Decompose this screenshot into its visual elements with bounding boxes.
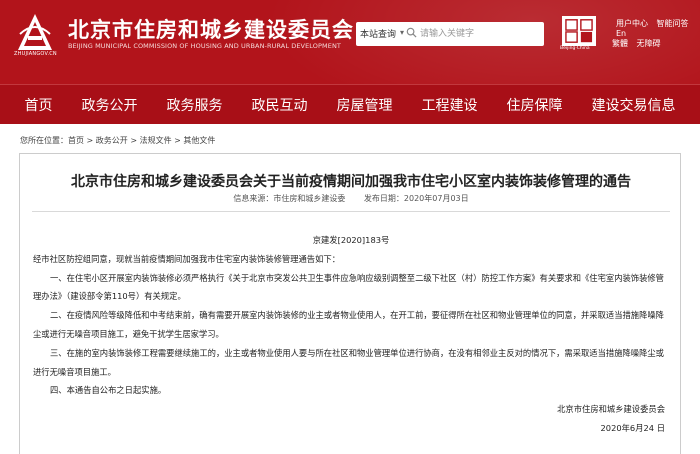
article-intro: 经市社区防控组同意，现就当前疫情期间加强我市住宅室内装饰装修管理通告如下： <box>33 253 340 264</box>
signature: 北京市住房和城乡建设委员会 <box>557 404 665 415</box>
commission-logo-icon[interactable] <box>16 12 54 52</box>
article-item-4: 四、本通告自公布之日起实施。 <box>50 385 167 396</box>
accessibility-link[interactable]: 无障碍 <box>637 39 661 48</box>
breadcrumb-item-government-affairs[interactable]: 政务公开 <box>96 136 128 145</box>
nav-item-trading-info[interactable]: 建设交易信息 <box>592 95 676 115</box>
top-links-row2: 繁體 无障碍 <box>606 38 661 49</box>
beijing-logo-caption: Beijing·China <box>560 46 590 51</box>
nav-item-government-affairs[interactable]: 政务公开 <box>82 95 138 115</box>
breadcrumb-item-home[interactable]: 首页 <box>68 136 84 145</box>
article-source: 信息来源：市住房和城乡建设委 <box>233 194 346 203</box>
breadcrumb-item-regulations[interactable]: 法规文件 <box>140 136 172 145</box>
nav-item-construction[interactable]: 工程建设 <box>422 95 478 115</box>
nav-item-housing-security[interactable]: 住房保障 <box>507 95 563 115</box>
sign-date: 2020年6月24 日 <box>600 422 665 433</box>
nav-item-home[interactable]: 首页 <box>25 95 53 115</box>
article-item-1: 一、在住宅小区开展室内装饰装修必须严格执行《关于北京市突发公共卫生事件应急响应级… <box>33 272 664 302</box>
divider <box>32 211 670 212</box>
nav-item-housing-management[interactable]: 房屋管理 <box>337 95 393 115</box>
breadcrumb: 您所在位置：首页 > 政务公开 > 法规文件 > 其他文件 <box>20 135 215 146</box>
article-body: 京建发[2020]183号 经市社区防控组同意，现就当前疫情期间加强我市住宅室内… <box>33 231 669 438</box>
search-box: 本站查询 ▾ <box>356 22 544 46</box>
search-scope-select[interactable]: 本站查询 <box>360 27 396 40</box>
search-icon[interactable] <box>406 27 417 38</box>
document-number: 京建发[2020]183号 <box>312 235 390 245</box>
english-link[interactable]: En <box>616 29 626 38</box>
traditional-chinese-link[interactable]: 繁體 <box>612 39 628 48</box>
smart-qa-link[interactable]: 智能问答 <box>657 19 689 28</box>
logo-caption: ZHUJIANGOV.CN <box>14 51 57 57</box>
article-meta: 信息来源：市住房和城乡建设委 发布日期：2020年07月03日 <box>20 193 682 204</box>
article-item-2: 二、在疫情风险等级降低和中考结束前，确有需要开展室内装饰装修的业主或者物业使用人… <box>33 310 664 339</box>
chevron-down-icon[interactable]: ▾ <box>400 28 404 37</box>
article-title: 北京市住房和城乡建设委员会关于当前疫情期间加强我市住宅小区室内装饰装修管理的通告 <box>71 174 631 190</box>
article: 北京市住房和城乡建设委员会关于当前疫情期间加强我市住宅小区室内装饰装修管理的通告… <box>19 153 681 454</box>
top-links-row1: 用户中心 智能问答 En <box>616 18 700 38</box>
search-input[interactable] <box>420 25 542 43</box>
breadcrumb-prefix: 您所在位置： <box>20 136 68 145</box>
main-nav: 首页 政务公开 政务服务 政民互动 房屋管理 工程建设 住房保障 建设交易信息 <box>0 84 700 124</box>
breadcrumb-separator: > <box>84 136 96 145</box>
breadcrumb-item-other-files[interactable]: 其他文件 <box>183 136 215 145</box>
breadcrumb-separator: > <box>171 136 184 145</box>
article-date: 发布日期：2020年07月03日 <box>363 194 469 203</box>
site-header: ZHUJIANGOV.CN 北京市住房和城乡建设委员会 BEIJING MUNI… <box>0 0 700 84</box>
site-subtitle: BEIJING MUNICIPAL COMMISSION OF HOUSING … <box>68 42 341 50</box>
beijing-logo-icon[interactable] <box>562 16 596 46</box>
breadcrumb-separator: > <box>127 136 140 145</box>
nav-item-public-interaction[interactable]: 政民互动 <box>252 95 308 115</box>
site-title[interactable]: 北京市住房和城乡建设委员会 <box>68 14 354 44</box>
nav-item-government-services[interactable]: 政务服务 <box>167 95 223 115</box>
article-item-3: 三、在施的室内装饰装修工程需要继续施工的，业主或者物业使用人要与所在社区和物业管… <box>33 347 664 377</box>
user-center-link[interactable]: 用户中心 <box>616 19 648 28</box>
